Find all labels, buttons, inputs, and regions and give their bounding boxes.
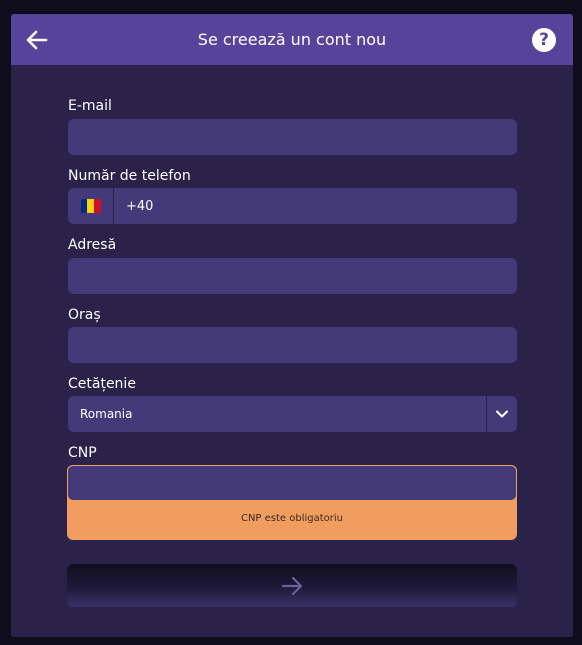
phone-label: Număr de telefon <box>68 168 191 184</box>
submit-button[interactable] <box>67 564 517 607</box>
select-dropdown-button[interactable] <box>486 396 517 432</box>
citizenship-label: Cetățenie <box>68 376 136 392</box>
arrow-right-icon <box>281 576 303 595</box>
phone-field[interactable] <box>114 188 517 224</box>
citizenship-select[interactable]: Romania <box>68 396 517 432</box>
question-icon[interactable]: ? <box>532 28 556 52</box>
chevron-down-icon <box>496 410 508 418</box>
cnp-field-group: CNP este obligatoriu <box>67 465 517 540</box>
address-field[interactable] <box>68 258 517 294</box>
modal-header: Se creează un cont nou ? <box>11 14 573 65</box>
cnp-label: CNP <box>68 445 97 461</box>
city-field[interactable] <box>68 327 517 363</box>
city-label: Oraș <box>68 307 101 323</box>
cnp-error-message: CNP este obligatoriu <box>240 513 344 524</box>
email-label: E-mail <box>68 98 112 114</box>
phone-field-group <box>68 188 517 224</box>
email-field[interactable] <box>68 119 517 155</box>
page-title: Se creează un cont nou <box>197 30 387 49</box>
citizenship-selected-value: Romania <box>80 407 133 421</box>
cnp-field[interactable] <box>67 465 517 501</box>
create-account-modal: Se creează un cont nou ? E-mail Număr de… <box>11 14 573 637</box>
romania-flag-icon <box>80 199 101 213</box>
country-code-selector[interactable] <box>68 188 114 224</box>
address-label: Adresă <box>68 237 117 253</box>
